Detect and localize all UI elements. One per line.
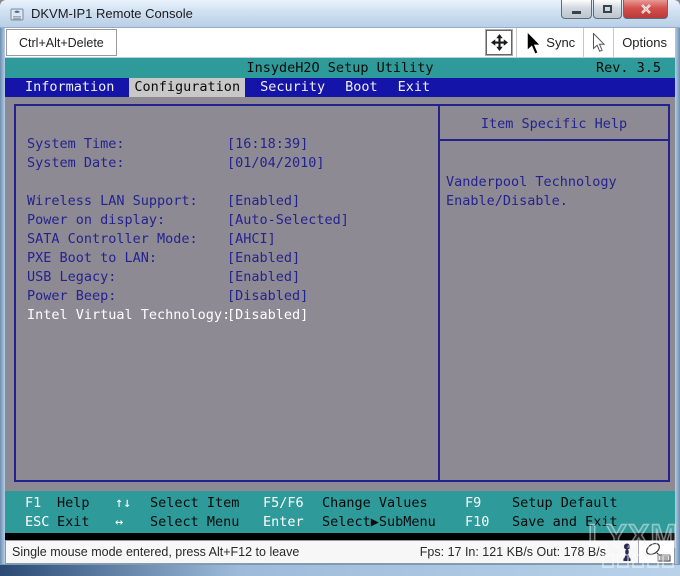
bios-screen: InsydeH2O Setup Utility Rev. 3.5 Informa… bbox=[5, 58, 675, 540]
settings-panel: System Time:[16:18:39] System Date:[01/0… bbox=[16, 106, 440, 480]
fullscreen-button[interactable] bbox=[486, 30, 512, 55]
spacer bbox=[16, 173, 438, 192]
window-controls bbox=[560, 0, 668, 19]
window-title: DKVM-IP1 Remote Console bbox=[31, 6, 193, 21]
remote-console-window: DKVM-IP1 Remote Console Ctrl+Alt+Delete bbox=[0, 0, 680, 576]
tab-exit[interactable]: Exit bbox=[393, 78, 436, 97]
mouse-pointer-icon bbox=[525, 31, 542, 55]
fullscreen-icon bbox=[491, 34, 508, 51]
hotkey-row: F1 Help ↑↓ Select Item F5/F6 Change Valu… bbox=[25, 494, 675, 513]
window-frame-left bbox=[0, 28, 5, 564]
sync-button[interactable]: Sync bbox=[517, 28, 583, 57]
setting-system-date[interactable]: System Date:[01/04/2010] bbox=[16, 154, 438, 173]
setting-usb-legacy[interactable]: USB Legacy:[Enabled] bbox=[16, 268, 438, 287]
maximize-button[interactable] bbox=[593, 0, 622, 19]
app-icon bbox=[9, 6, 25, 22]
bios-header: InsydeH2O Setup Utility Rev. 3.5 bbox=[5, 58, 675, 78]
sync-label: Sync bbox=[546, 35, 575, 50]
bios-menu-bar: Information Configuration Security Boot … bbox=[5, 78, 675, 97]
tab-boot[interactable]: Boot bbox=[340, 78, 383, 97]
tab-information[interactable]: Information bbox=[20, 78, 119, 97]
close-icon bbox=[640, 4, 652, 14]
toolbar: Ctrl+Alt+Delete Sync Options bbox=[5, 28, 675, 58]
help-panel-text: Vanderpool Technology Enable/Disable. bbox=[440, 173, 668, 211]
tab-security[interactable]: Security bbox=[255, 78, 330, 97]
minimize-button[interactable] bbox=[561, 0, 592, 19]
minimize-icon bbox=[572, 11, 581, 14]
setting-power-on-display[interactable]: Power on display:[Auto-Selected] bbox=[16, 211, 438, 230]
setting-power-beep[interactable]: Power Beep:[Disabled] bbox=[16, 287, 438, 306]
setting-sata-mode[interactable]: SATA Controller Mode:[AHCI] bbox=[16, 230, 438, 249]
window-frame-bottom bbox=[0, 564, 680, 576]
bios-revision: Rev. 3.5 bbox=[596, 58, 661, 78]
setting-wireless-lan[interactable]: Wireless LAN Support:[Enabled] bbox=[16, 192, 438, 211]
user-icon bbox=[616, 543, 638, 562]
setting-pxe-boot[interactable]: PXE Boot to LAN:[Enabled] bbox=[16, 249, 438, 268]
cursor-outline-icon bbox=[592, 33, 605, 52]
hotkey-bar: F1 Help ↑↓ Select Item F5/F6 Change Valu… bbox=[5, 491, 675, 533]
help-panel-title: Item Specific Help bbox=[440, 115, 668, 134]
help-panel: Item Specific Help Vanderpool Technology… bbox=[440, 106, 668, 480]
screen-bottom-strip bbox=[5, 533, 675, 540]
ctrl-alt-delete-button[interactable]: Ctrl+Alt+Delete bbox=[6, 29, 117, 56]
close-button[interactable] bbox=[623, 0, 668, 19]
options-button[interactable]: Options bbox=[614, 28, 675, 57]
status-message: Single mouse mode entered, press Alt+F12… bbox=[12, 545, 299, 559]
hotkey-row: ESC Exit ↔ Select Menu Enter Select▶SubM… bbox=[25, 513, 675, 532]
tab-configuration[interactable]: Configuration bbox=[129, 78, 245, 97]
mouse-keyboard-icon[interactable] bbox=[638, 541, 674, 563]
bios-box: System Time:[16:18:39] System Date:[01/0… bbox=[14, 104, 670, 482]
title-bar[interactable]: DKVM-IP1 Remote Console bbox=[0, 0, 680, 28]
bios-body: System Time:[16:18:39] System Date:[01/0… bbox=[5, 97, 675, 491]
setting-system-time[interactable]: System Time:[16:18:39] bbox=[16, 135, 438, 154]
maximize-icon bbox=[603, 5, 612, 13]
connection-stats: Fps: 17 In: 121 KB/s Out: 178 B/s bbox=[420, 545, 606, 559]
status-bar: Single mouse mode entered, press Alt+F12… bbox=[5, 540, 675, 564]
help-panel-divider bbox=[440, 139, 668, 141]
cursor-mode-button[interactable] bbox=[584, 28, 613, 57]
window-frame-right bbox=[675, 28, 680, 564]
setting-intel-virtual-technology[interactable]: Intel Virtual Technology:[Disabled] bbox=[16, 306, 438, 325]
bios-title: InsydeH2O Setup Utility bbox=[247, 60, 434, 76]
